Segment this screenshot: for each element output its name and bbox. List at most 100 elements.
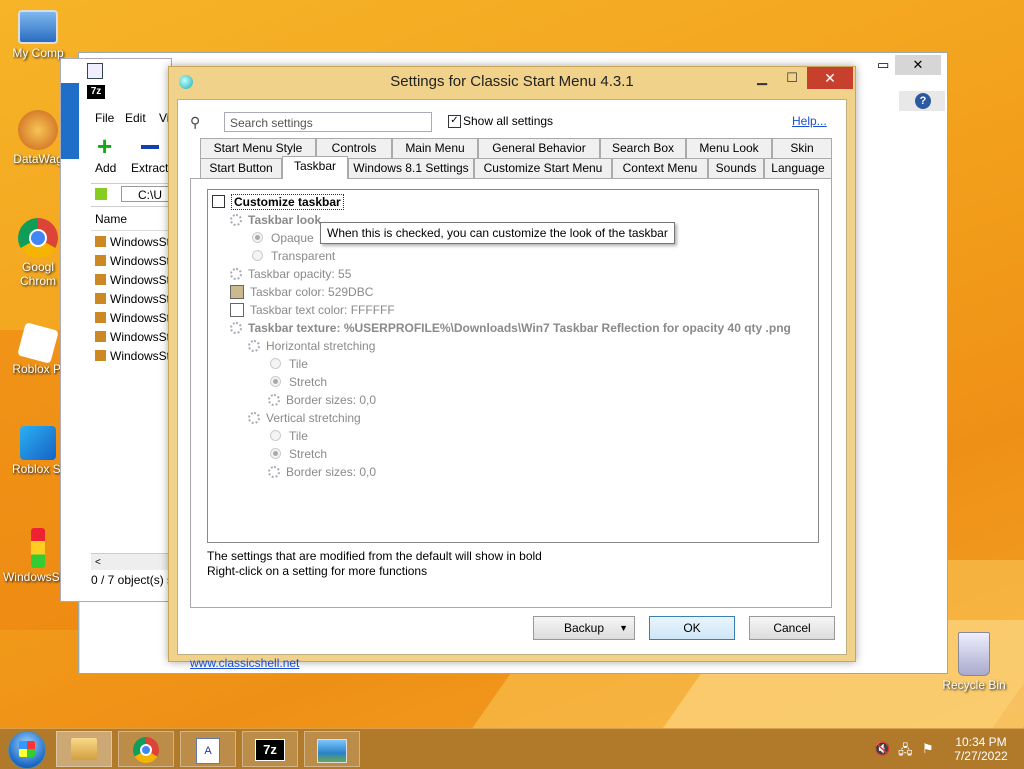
path-input[interactable]: C:\U xyxy=(121,186,171,202)
setting-v-tile[interactable]: Tile xyxy=(270,427,308,445)
maximize-icon[interactable]: ☐ xyxy=(777,67,807,89)
setting-transparent[interactable]: Transparent xyxy=(252,247,335,265)
gear-icon xyxy=(230,214,242,226)
help-icon[interactable]: ? xyxy=(915,93,931,109)
setting-vertical-stretching[interactable]: Vertical stretching xyxy=(248,409,361,427)
close-icon[interactable]: ✕ xyxy=(807,67,853,89)
up-folder-icon[interactable] xyxy=(95,188,107,200)
show-all-checkbox[interactable]: ✓ xyxy=(448,115,461,128)
setting-opaque[interactable]: Opaque xyxy=(252,229,314,247)
add-button[interactable]: Add xyxy=(95,161,116,175)
taskbar-chrome[interactable] xyxy=(118,731,174,767)
tab-general-behavior[interactable]: General Behavior xyxy=(478,138,600,158)
volume-muted-icon[interactable]: 🔇 xyxy=(874,741,890,757)
scroll-left-icon[interactable]: < xyxy=(91,557,101,568)
radio-transparent[interactable] xyxy=(252,250,263,261)
folder-icon xyxy=(71,738,97,760)
column-header-name[interactable]: Name xyxy=(91,207,171,231)
radio-h-stretch[interactable] xyxy=(270,376,281,387)
start-button[interactable] xyxy=(8,731,46,769)
tab-controls[interactable]: Controls xyxy=(316,138,392,158)
tab-menu-look[interactable]: Menu Look xyxy=(686,138,772,158)
setting-horizontal-stretching[interactable]: Horizontal stretching xyxy=(248,337,375,355)
extract-icon[interactable] xyxy=(141,145,159,149)
list-item[interactable]: WindowsSt xyxy=(91,328,171,347)
list-item[interactable]: WindowsSt xyxy=(91,347,171,366)
setting-taskbar-color[interactable]: Taskbar color: 529DBC xyxy=(230,283,373,301)
help-link[interactable]: Help... xyxy=(792,114,827,128)
7z-logo-icon: 7z xyxy=(87,85,105,99)
horizontal-scrollbar[interactable]: < xyxy=(91,553,171,570)
radio-opaque[interactable] xyxy=(252,232,263,243)
hint-bold-settings: The settings that are modified from the … xyxy=(207,549,542,563)
tab-start-button[interactable]: Start Button xyxy=(200,158,282,178)
search-input[interactable]: Search settings xyxy=(224,112,432,132)
radio-v-tile[interactable] xyxy=(270,430,281,441)
list-item[interactable]: WindowsSt xyxy=(91,290,171,309)
setting-taskbar-text-color[interactable]: Taskbar text color: FFFFFF xyxy=(230,301,395,319)
list-item[interactable]: WindowsSt xyxy=(91,309,171,328)
tab-windows-81-settings[interactable]: Windows 8.1 Settings xyxy=(348,158,474,178)
setting-label: Horizontal stretching xyxy=(266,339,376,353)
7zip-close-icon[interactable]: ✕ xyxy=(895,55,941,75)
setting-taskbar-look[interactable]: Taskbar look xyxy=(230,211,321,229)
backup-button[interactable]: Backup ▼ xyxy=(533,616,635,640)
tab-skin[interactable]: Skin xyxy=(772,138,832,158)
list-item[interactable]: WindowsSt xyxy=(91,271,171,290)
ok-button[interactable]: OK xyxy=(649,616,735,640)
tab-language[interactable]: Language xyxy=(764,158,832,178)
taskbar-clock[interactable]: 10:34 PM 7/27/2022 xyxy=(944,735,1018,763)
tab-search-box[interactable]: Search Box xyxy=(600,138,686,158)
setting-h-border-sizes[interactable]: Border sizes: 0,0 xyxy=(268,391,376,409)
setting-customize-taskbar[interactable]: Customize taskbar xyxy=(212,193,344,211)
list-item[interactable]: WindowsSt xyxy=(91,233,171,252)
tab-taskbar[interactable]: Taskbar xyxy=(282,156,348,179)
setting-taskbar-texture[interactable]: Taskbar texture: %USERPROFILE%\Downloads… xyxy=(230,319,791,337)
tab-main-menu[interactable]: Main Menu xyxy=(392,138,478,158)
taskbar-explorer[interactable] xyxy=(56,731,112,767)
color-swatch[interactable] xyxy=(230,303,244,317)
menu-edit[interactable]: Edit xyxy=(125,111,146,125)
extract-button[interactable]: Extract xyxy=(131,161,168,175)
gear-icon xyxy=(248,340,260,352)
7zip-minimize-icon[interactable]: ▭ xyxy=(877,57,889,73)
archive-icon xyxy=(95,350,106,361)
tab-start-menu-style[interactable]: Start Menu Style xyxy=(200,138,316,158)
customize-taskbar-checkbox[interactable] xyxy=(212,195,225,208)
taskbar-7zip[interactable]: 7z xyxy=(242,731,298,767)
add-icon[interactable]: + xyxy=(97,133,119,159)
tab-customize-start-menu[interactable]: Customize Start Menu xyxy=(474,158,612,178)
classicshell-link[interactable]: www.classicshell.net xyxy=(190,656,299,670)
setting-v-border-sizes[interactable]: Border sizes: 0,0 xyxy=(268,463,376,481)
taskbar: A 7z 🔇 🖧 ⚑ 10:34 PM 7/27/2022 xyxy=(0,728,1024,769)
taskbar-photos[interactable] xyxy=(304,731,360,767)
7zip-filemanager[interactable]: 7z File Edit Vi + Add Extract C:\U Name … xyxy=(60,58,172,602)
radio-v-stretch[interactable] xyxy=(270,448,281,459)
hint-right-click: Right-click on a setting for more functi… xyxy=(207,564,428,578)
setting-taskbar-opacity[interactable]: Taskbar opacity: 55 xyxy=(230,265,351,283)
setting-label: Stretch xyxy=(289,447,328,461)
photo-viewer-icon xyxy=(317,739,347,763)
7zip-help-area: ? xyxy=(899,91,945,111)
desktop-icon-my-computer[interactable]: My Comp xyxy=(0,10,76,60)
archive-icon xyxy=(95,236,106,247)
tooltip: When this is checked, you can customize … xyxy=(320,222,675,244)
setting-h-tile[interactable]: Tile xyxy=(270,355,308,373)
settings-dialog[interactable]: Settings for Classic Start Menu 4.3.1 ▁ … xyxy=(168,66,856,670)
cancel-button[interactable]: Cancel xyxy=(749,616,835,640)
radio-h-tile[interactable] xyxy=(270,358,281,369)
menu-file[interactable]: File xyxy=(95,111,114,125)
setting-v-stretch[interactable]: Stretch xyxy=(270,445,327,463)
show-all-label: Show all settings xyxy=(463,114,554,128)
setting-label: Border sizes: 0,0 xyxy=(286,393,377,407)
tab-sounds[interactable]: Sounds xyxy=(708,158,764,178)
dropdown-arrow-icon: ▼ xyxy=(619,623,628,633)
network-icon[interactable]: 🖧 xyxy=(898,741,913,763)
color-swatch[interactable] xyxy=(230,285,244,299)
action-center-icon[interactable]: ⚑ xyxy=(922,741,934,757)
setting-h-stretch[interactable]: Stretch xyxy=(270,373,327,391)
tab-context-menu[interactable]: Context Menu xyxy=(612,158,708,178)
minimize-icon[interactable]: ▁ xyxy=(747,67,777,89)
taskbar-wordpad[interactable]: A xyxy=(180,731,236,767)
list-item[interactable]: WindowsSt xyxy=(91,252,171,271)
